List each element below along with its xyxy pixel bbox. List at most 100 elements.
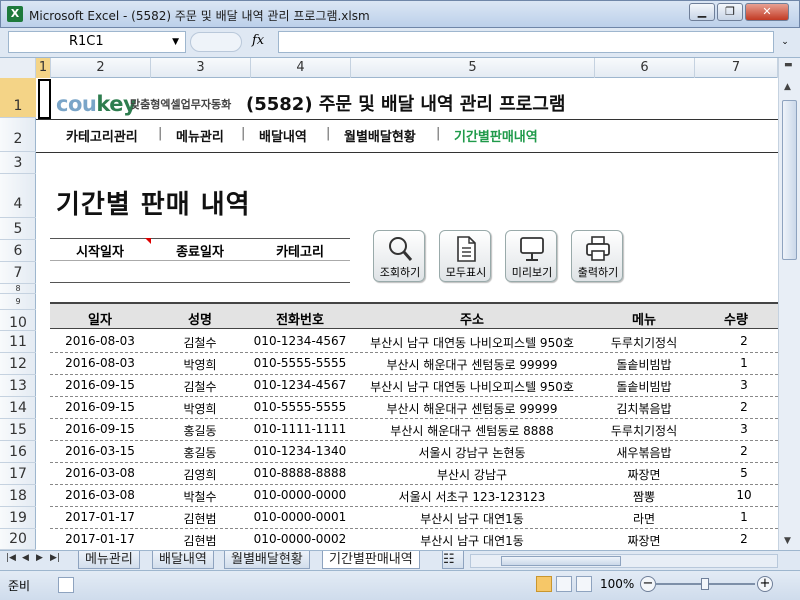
column-header[interactable]: 1 (36, 58, 51, 78)
menu-item-category[interactable]: 카테고리관리 (66, 126, 138, 145)
first-sheet-icon[interactable]: |◀ (6, 553, 16, 563)
table-row[interactable]: 2017-01-17 김현범 010-0000-0001 부산시 남구 대연1동… (50, 507, 778, 529)
row-header[interactable]: 7 (0, 262, 36, 284)
column-header[interactable]: 6 (595, 58, 695, 78)
row-header[interactable]: 9 (0, 294, 36, 310)
cell-phone: 010-1234-4567 (253, 378, 347, 392)
column-header-quantity[interactable]: 수량 (694, 309, 778, 328)
column-header[interactable]: 3 (151, 58, 251, 78)
table-row[interactable]: 2016-09-15 김철수 010-1234-4567 부산시 남구 대연동 … (50, 375, 778, 397)
insert-function-icon[interactable]: fx (252, 33, 264, 48)
vertical-scroll-thumb[interactable] (782, 100, 797, 260)
table-row[interactable]: 2016-03-15 홍길동 010-1234-1340 서울시 강남구 논현동… (50, 441, 778, 463)
sheet-tab-monthly[interactable]: 월별배달현황 (224, 551, 310, 569)
menu-item-delivery[interactable]: 배달내역 (259, 126, 307, 145)
row-header[interactable]: 8 (0, 284, 36, 294)
status-ready: 준비 (8, 579, 31, 593)
zoom-level[interactable]: 100% (600, 577, 634, 591)
row-header[interactable]: 4 (0, 174, 36, 218)
preview-button[interactable]: 미리보기 (505, 230, 557, 282)
zoom-in-icon[interactable]: + (757, 576, 773, 592)
table-row[interactable]: 2017-01-17 김현범 010-0000-0002 부산시 남구 대연1동… (50, 529, 778, 550)
horizontal-scrollbar[interactable] (470, 554, 778, 568)
menu-item-monthly[interactable]: 월별배달현황 (344, 126, 416, 145)
close-button[interactable]: ✕ (745, 3, 789, 21)
menu-item-period-sales[interactable]: 기간별판매내역 (454, 126, 538, 145)
table-row[interactable]: 2016-09-15 박영희 010-5555-5555 부산시 해운대구 센텀… (50, 397, 778, 419)
row-header[interactable]: 6 (0, 240, 36, 262)
start-date-field[interactable] (50, 262, 150, 281)
row-header[interactable]: 17 (0, 463, 36, 485)
row-header[interactable]: 18 (0, 485, 36, 507)
table-row[interactable]: 2016-08-03 박영희 010-5555-5555 부산시 해운대구 센텀… (50, 353, 778, 375)
zoom-slider[interactable] (655, 578, 755, 590)
split-box[interactable]: ▬ (784, 60, 793, 70)
zoom-out-icon[interactable]: − (640, 576, 656, 592)
menu-item-menu[interactable]: 메뉴관리 (176, 126, 224, 145)
insert-sheet-icon[interactable]: ☷ (442, 551, 464, 569)
column-headers: 1 2 3 4 5 6 7 (0, 58, 778, 78)
normal-view-icon[interactable] (536, 576, 552, 592)
print-button[interactable]: 출력하기 (571, 230, 623, 282)
column-header-phone[interactable]: 전화번호 (250, 309, 350, 328)
window-title: Microsoft Excel - (5582) 주문 및 배달 내역 관리 프… (29, 9, 370, 23)
row-header[interactable]: 16 (0, 441, 36, 463)
start-date-label: 시작일자 (76, 245, 124, 260)
vertical-scrollbar[interactable]: ▬ ▲ ▼ (778, 58, 800, 550)
row-header[interactable]: 20 (0, 529, 36, 550)
row-header[interactable]: 12 (0, 353, 36, 375)
row-header[interactable]: 13 (0, 375, 36, 397)
column-header[interactable]: 7 (695, 58, 778, 78)
name-box[interactable]: R1C1 ▼ (8, 31, 186, 53)
column-header[interactable]: 2 (51, 58, 151, 78)
select-all-corner[interactable] (0, 58, 36, 78)
column-header-address[interactable]: 주소 (350, 309, 594, 328)
chevron-down-icon[interactable]: ▼ (172, 32, 179, 52)
row-header[interactable]: 3 (0, 152, 36, 174)
table-header: 일자 성명 전화번호 주소 메뉴 수량 (50, 302, 778, 329)
next-sheet-icon[interactable]: ▶ (36, 553, 43, 563)
worksheet[interactable]: coukey 맞춤형엑셀업무자동화 (5582) 주문 및 배달 내역 관리 프… (36, 78, 778, 550)
table-row[interactable]: 2016-03-08 박철수 010-0000-0000 서울시 서초구 123… (50, 485, 778, 507)
prev-sheet-icon[interactable]: ◀ (22, 553, 29, 563)
row-header[interactable]: 5 (0, 218, 36, 240)
horizontal-scroll-thumb[interactable] (501, 556, 621, 566)
table-row[interactable]: 2016-08-03 김철수 010-1234-4567 부산시 남구 대연동 … (50, 331, 778, 353)
column-header[interactable]: 5 (351, 58, 595, 78)
end-date-field[interactable] (150, 262, 250, 281)
table-row[interactable]: 2016-03-08 김영희 010-8888-8888 부산시 강남구 짜장면… (50, 463, 778, 485)
column-header-menu[interactable]: 메뉴 (594, 309, 694, 328)
row-header[interactable]: 15 (0, 419, 36, 441)
column-header[interactable]: 4 (251, 58, 351, 78)
row-header[interactable]: 1 (0, 78, 36, 118)
show-all-button[interactable]: 모두표시 (439, 230, 491, 282)
column-header-date[interactable]: 일자 (50, 309, 150, 328)
formula-input[interactable] (278, 31, 774, 53)
sheet-tab-menu[interactable]: 메뉴관리 (78, 551, 140, 569)
page-layout-view-icon[interactable] (556, 576, 572, 592)
row-header[interactable]: 11 (0, 331, 36, 353)
excel-app-icon[interactable]: X (7, 6, 23, 22)
table-row[interactable]: 2016-09-15 홍길동 010-1111-1111 부산시 해운대구 센텀… (50, 419, 778, 441)
column-header-name[interactable]: 성명 (150, 309, 250, 328)
row-header[interactable]: 2 (0, 118, 36, 152)
scroll-up-icon[interactable]: ▲ (784, 82, 791, 92)
search-button[interactable]: 조회하기 (373, 230, 425, 282)
macro-record-icon[interactable] (58, 577, 74, 593)
zoom-slider-knob[interactable] (701, 578, 709, 590)
scroll-down-icon[interactable]: ▼ (784, 536, 791, 546)
row-header[interactable]: 19 (0, 507, 36, 529)
page-break-view-icon[interactable] (576, 576, 592, 592)
minimize-button[interactable]: ▁ (689, 3, 715, 21)
row-header[interactable]: 10 (0, 310, 36, 331)
formula-expand-icon[interactable]: ⌄ (777, 31, 793, 53)
restore-button[interactable]: ❐ (717, 3, 743, 21)
page-title: 기간별 판매 내역 (56, 190, 251, 220)
last-sheet-icon[interactable]: ▶| (50, 553, 60, 563)
category-field[interactable] (250, 262, 350, 281)
sheet-tab-period-sales[interactable]: 기간별판매내역 (322, 551, 420, 569)
sheet-tab-delivery[interactable]: 배달내역 (152, 551, 214, 569)
active-cell[interactable] (38, 79, 51, 119)
row-header[interactable]: 14 (0, 397, 36, 419)
cell-date: 2017-01-17 (65, 532, 135, 546)
